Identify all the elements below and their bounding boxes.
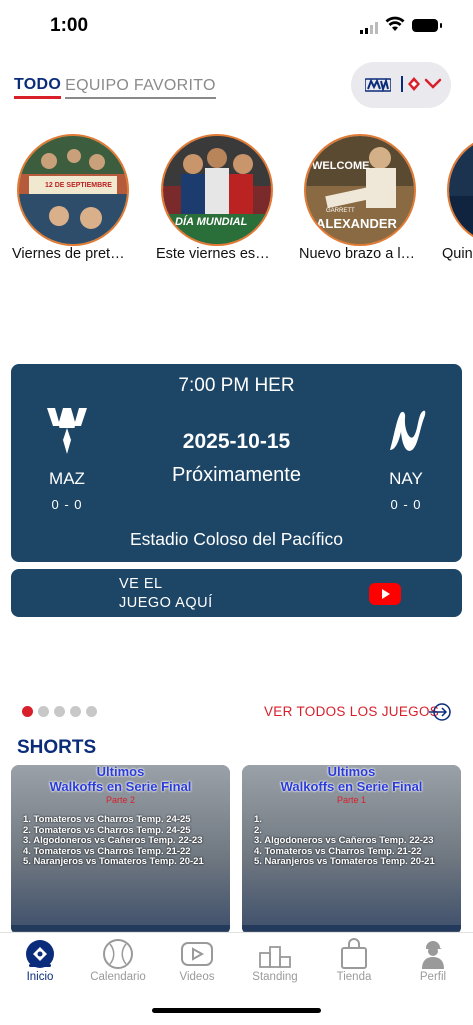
story-label: Quin [442, 246, 473, 262]
tab-calendar-label: Calendario [90, 971, 146, 983]
battery-icon [412, 19, 442, 32]
jaguares-logo-icon [390, 410, 426, 451]
status-time: 1:00 [50, 15, 89, 36]
away-team[interactable]: NAY 0 - 0 [366, 406, 446, 512]
arrow-right-circle-icon[interactable] [428, 703, 452, 721]
tab-videos-label: Videos [179, 971, 215, 983]
story-image-caption-top: WELCOME [312, 160, 370, 172]
story-image-caption: 12 DE SEPTIEMBRE [45, 182, 112, 189]
story-image-caption-big: ALEXANDER [316, 216, 397, 231]
stories-carousel: 12 DE SEPTIEMBRE Viernes de pret… DÍA MU… [0, 134, 473, 274]
tab-favorite-team[interactable]: EQUIPO FAVORITO [65, 77, 216, 99]
tab-standing[interactable]: Standing [240, 937, 310, 983]
story-thumbnail: 12 DE SEPTIEMBRE [17, 134, 129, 246]
league-selector[interactable] [351, 62, 451, 108]
short-part: Parte 1 [336, 795, 367, 805]
baseball-icon [103, 939, 133, 969]
story-thumbnail: DÍA MUNDIAL [161, 134, 273, 246]
chevron-down-icon [424, 78, 442, 89]
story-label: Nuevo brazo a l… [299, 246, 416, 262]
short-strip [11, 925, 230, 931]
home-indicator [152, 1008, 321, 1013]
tab-all[interactable]: TODO [14, 76, 62, 99]
tab-store[interactable]: Tienda [319, 937, 389, 983]
watch-label-line1: VE EL [119, 576, 163, 592]
tab-calendar[interactable]: Calendario [83, 937, 153, 983]
league-divider [401, 76, 403, 92]
story-thumbnail [447, 134, 473, 246]
cellular-signal-icon [360, 22, 378, 34]
status-bar: 1:00 [0, 0, 473, 56]
tab-videos[interactable]: Videos [162, 937, 232, 983]
carousel-dot[interactable] [54, 706, 65, 717]
podium-icon [259, 946, 291, 968]
watch-label-line2: JUEGO AQUÍ [119, 595, 213, 611]
game-time: 7:00 PM HER [178, 375, 295, 396]
tab-profile-label: Perfil [419, 971, 447, 983]
short-title-line2: Walkoffs en Serie Final [280, 779, 423, 794]
short-strip [242, 925, 461, 931]
away-team-abbr: NAY [389, 469, 423, 488]
wifi-icon [385, 16, 405, 31]
see-all-games-link[interactable]: VER TODOS LOS JUEGOS [264, 704, 439, 719]
baseball-field-icon [26, 940, 54, 968]
game-card[interactable]: 7:00 PM HER MAZ 0 - 0 2025-10-15 Próxima… [11, 364, 462, 562]
watch-game-button[interactable]: VE EL JUEGO AQUÍ [11, 569, 462, 617]
short-title-line2: Walkoffs en Serie Final [49, 779, 192, 794]
away-team-record: 0 - 0 [390, 497, 422, 512]
player-profile-icon [422, 941, 444, 969]
story-image-caption: DÍA MUNDIAL [175, 216, 248, 228]
carousel-dot[interactable] [38, 706, 49, 717]
story-label: Este viernes es… [156, 246, 270, 262]
short-list-item: 5. Naranjeros vs Tomateros Temp. 20-21 [254, 856, 435, 867]
home-team-record: 0 - 0 [51, 497, 83, 512]
short-list-item: 5. Naranjeros vs Tomateros Temp. 20-21 [23, 856, 204, 867]
short-list-item: 3. Algodoneros vs Cañeros Temp. 22-23 [23, 835, 203, 846]
carousel-dot[interactable] [70, 706, 81, 717]
story-thumbnail: WELCOME GARRETT ALEXANDER [304, 134, 416, 246]
video-play-icon [181, 942, 213, 966]
short-part: Parte 2 [105, 795, 136, 805]
short-card[interactable]: Ultimos Walkoffs en Serie Final Parte 1 … [242, 765, 461, 935]
youtube-icon [369, 583, 401, 605]
league-logo-icon [365, 78, 391, 92]
shorts-title: SHORTS [17, 737, 97, 758]
carousel-indicator [22, 706, 97, 717]
tab-home-label: Inicio [26, 971, 54, 983]
carousel-dot-active[interactable] [22, 706, 33, 717]
stadium-name: Estadio Coloso del Pacífico [129, 529, 344, 549]
short-list-item: 3. Algodoneros vs Cañeros Temp. 22-23 [254, 835, 434, 846]
story-image-caption-small: GARRETT [326, 208, 355, 214]
watch-label: VE EL JUEGO AQUÍ [119, 575, 213, 613]
short-title-line1: Ultimos [327, 765, 376, 779]
short-title-line1: Ultimos [96, 765, 145, 779]
short-list: 1. Tomateros vs Charros Temp. 24-25 2. T… [23, 814, 204, 868]
short-list-item: 1. Tomateros vs Charros Temp. 24-25 [23, 814, 191, 825]
short-card[interactable]: Ultimos Walkoffs en Serie Final Parte 2 … [11, 765, 230, 935]
feed-tabs: TODO EQUIPO FAVORITO [14, 76, 216, 99]
home-team[interactable]: MAZ 0 - 0 [27, 406, 107, 512]
shopping-bag-icon [341, 938, 367, 969]
tab-profile[interactable]: Perfil [398, 937, 468, 983]
diamond-icon [408, 77, 420, 91]
tab-home[interactable]: Inicio [5, 937, 75, 983]
tab-store-label: Tienda [336, 971, 372, 983]
short-list: 1. 2. 3. Algodoneros vs Cañeros Temp. 22… [254, 814, 435, 868]
short-list-item: 1. [254, 814, 262, 825]
story-label: Viernes de pret… [12, 246, 125, 262]
carousel-dot[interactable] [86, 706, 97, 717]
tab-standing-label: Standing [252, 971, 298, 983]
